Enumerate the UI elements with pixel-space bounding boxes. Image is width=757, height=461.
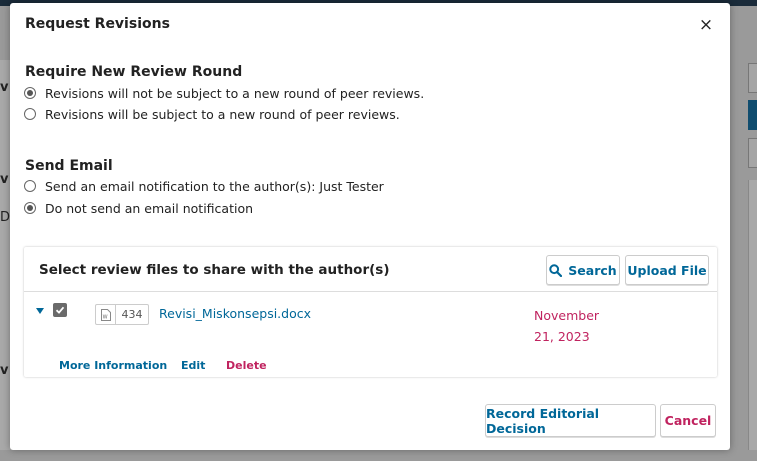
radio-label: Revisions will not be subject to a new r… — [45, 85, 425, 101]
file-date: November 21, 2023 — [534, 308, 600, 344]
radio-label: Revisions will be subject to a new round… — [45, 106, 400, 122]
expand-triangle-icon[interactable] — [36, 307, 44, 315]
cancel-label: Cancel — [664, 413, 712, 428]
file-badge: W 434 — [95, 304, 149, 325]
radio-button[interactable] — [24, 87, 36, 99]
file-name-link[interactable]: Revisi_Miskonsepsi.docx — [159, 306, 311, 321]
upload-file-label: Upload File — [627, 262, 707, 278]
delete-link[interactable]: Delete — [226, 359, 267, 372]
review-round-option-no-new-round[interactable]: Revisions will not be subject to a new r… — [24, 84, 424, 102]
upload-file-button[interactable]: Upload File — [625, 255, 709, 285]
file-select-checkbox[interactable] — [53, 303, 67, 317]
radio-button[interactable] — [24, 180, 36, 192]
more-information-link[interactable]: More Information — [59, 359, 167, 372]
checkmark-icon — [55, 306, 65, 314]
send-email-option-notify[interactable]: Send an email notification to the author… — [24, 177, 384, 195]
request-revisions-modal: Request Revisions × Require New Review R… — [10, 3, 730, 450]
send-email-option-no-notify[interactable]: Do not send an email notification — [24, 199, 253, 217]
search-button[interactable]: Search — [546, 255, 620, 285]
background-right-panel — [748, 180, 757, 450]
modal-title: Request Revisions — [25, 16, 170, 32]
review-files-grid: Select review files to share with the au… — [24, 247, 717, 377]
review-round-option-new-round[interactable]: Revisions will be subject to a new round… — [24, 105, 400, 123]
send-email-heading: Send Email — [25, 158, 113, 174]
svg-text:W: W — [102, 314, 107, 320]
background-text-fragment: v — [0, 80, 9, 95]
word-document-icon: W — [96, 305, 116, 324]
grid-title: Select review files to share with the au… — [39, 262, 390, 278]
radio-button[interactable] — [24, 108, 36, 120]
radio-label: Do not send an email notification — [45, 200, 254, 216]
file-id: 434 — [121, 308, 143, 321]
edit-link[interactable]: Edit — [181, 359, 205, 372]
radio-label: Send an email notification to the author… — [45, 178, 384, 194]
close-icon[interactable]: × — [698, 17, 714, 34]
background-text-fragment: v — [0, 363, 9, 378]
search-icon — [549, 263, 563, 277]
record-editorial-decision-button[interactable]: Record Editorial Decision — [485, 404, 656, 437]
background-text-fragment: v — [0, 172, 9, 187]
cancel-button[interactable]: Cancel — [660, 404, 716, 437]
background-right-button — [748, 63, 757, 93]
radio-button[interactable] — [24, 202, 36, 214]
search-button-label: Search — [568, 262, 617, 278]
background-right-button — [748, 100, 757, 130]
modal-header: Request Revisions × — [10, 3, 730, 47]
review-round-heading: Require New Review Round — [25, 64, 243, 80]
grid-header: Select review files to share with the au… — [24, 247, 717, 292]
background-right-button — [748, 138, 757, 168]
record-decision-label: Record Editorial Decision — [486, 405, 600, 436]
